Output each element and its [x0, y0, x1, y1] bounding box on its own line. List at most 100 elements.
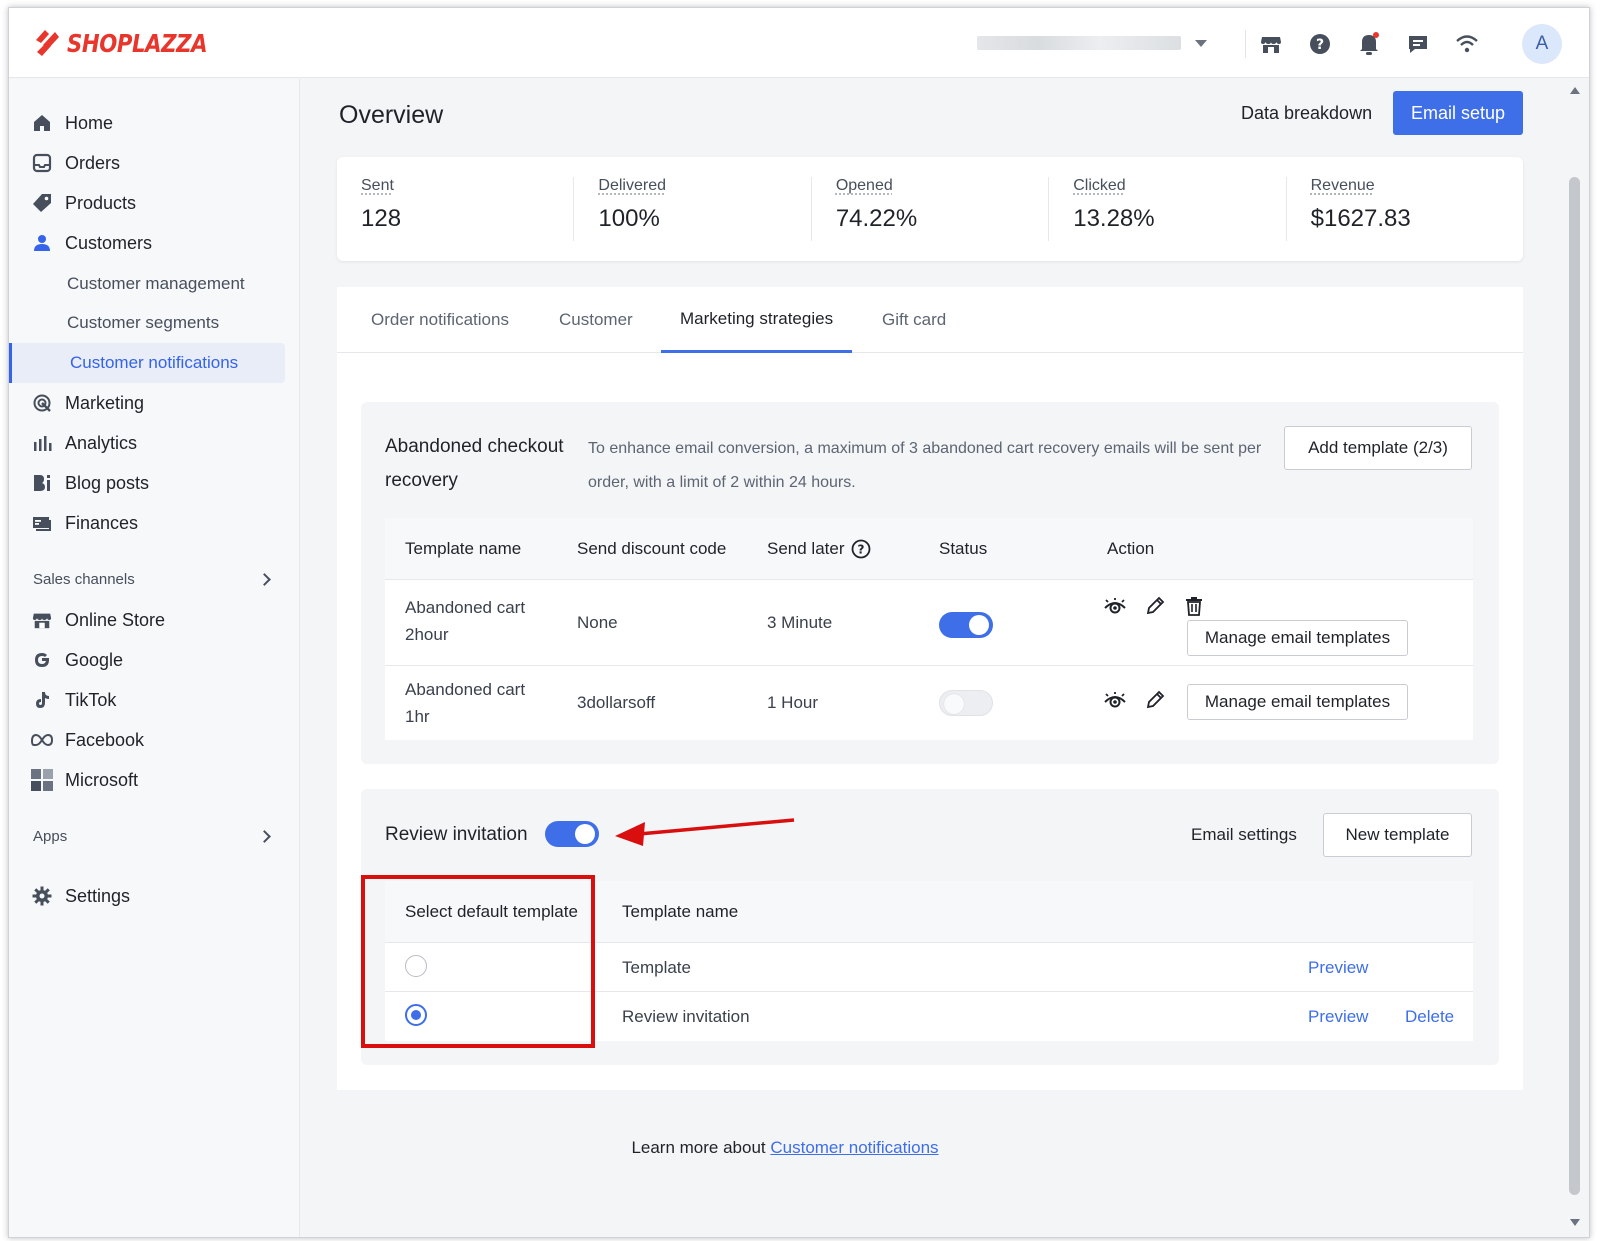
email-settings-link[interactable]: Email settings: [1191, 817, 1297, 853]
sales-channels-section[interactable]: Sales channels: [33, 571, 273, 588]
sidebar-item-products[interactable]: Products: [31, 187, 136, 219]
abandoned-checkout-card: Abandoned checkout recovery To enhance e…: [361, 402, 1499, 764]
blog-icon: [31, 472, 53, 494]
stat-value: 100%: [598, 205, 660, 232]
column-header: Select default template: [405, 902, 578, 921]
main-content: Overview Data breakdown Email setup Sent…: [301, 79, 1561, 1237]
tab-customer[interactable]: Customer: [559, 287, 633, 353]
stat-value: $1627.83: [1310, 205, 1411, 232]
sidebar-item-settings[interactable]: Settings: [31, 880, 130, 912]
google-icon: [31, 649, 53, 671]
divider: [1245, 30, 1246, 58]
delete-link[interactable]: Delete: [1405, 992, 1454, 1041]
marketing-icon: [31, 392, 53, 414]
scroll-up-icon[interactable]: [1570, 87, 1580, 94]
sidebar-item-label: Marketing: [65, 392, 145, 413]
tab-marketing-strategies[interactable]: Marketing strategies: [661, 287, 853, 353]
chat-icon[interactable]: [1406, 32, 1430, 56]
status-toggle[interactable]: [939, 690, 993, 716]
help-icon[interactable]: ?: [1308, 32, 1332, 56]
customer-notifications-link[interactable]: Customer notifications: [770, 1138, 938, 1157]
template-name-line: Abandoned cart: [405, 598, 526, 617]
store-selector[interactable]: [977, 34, 1207, 52]
manage-email-templates-button[interactable]: Manage email templates: [1187, 684, 1408, 720]
stats-card: Sent 128 Delivered 100% Opened 74.22% Cl…: [337, 157, 1523, 261]
review-invitation-toggle[interactable]: [545, 821, 599, 847]
review-invitation-card: Review invitation Email settings New tem…: [361, 789, 1499, 1065]
sidebar-item-home[interactable]: Home: [31, 107, 113, 139]
tab-gift-card[interactable]: Gift card: [882, 287, 946, 353]
pencil-icon[interactable]: [1143, 594, 1167, 618]
scroll-thumb[interactable]: [1569, 177, 1580, 1195]
sidebar-item-tiktok[interactable]: TikTok: [31, 684, 116, 716]
sidebar-subitem-customer-notifications[interactable]: Customer notifications: [9, 343, 285, 383]
sidebar-item-marketing[interactable]: Marketing: [31, 387, 144, 419]
sidebar-subitem-customer-management[interactable]: Customer management: [67, 268, 245, 300]
review-invitation-title: Review invitation: [385, 824, 528, 845]
stat-label[interactable]: Clicked: [1073, 177, 1285, 195]
manage-email-templates-button[interactable]: Manage email templates: [1187, 620, 1408, 656]
sidebar-item-label: Settings: [65, 885, 131, 906]
review-templates-table: Select default template Template name Te…: [385, 881, 1473, 1041]
scrollbar[interactable]: [1561, 79, 1589, 1237]
logo[interactable]: SHOPLAZZA: [33, 28, 232, 58]
stat-label[interactable]: Sent: [361, 177, 573, 195]
stat-label[interactable]: Opened: [836, 177, 1048, 195]
help-circle-icon[interactable]: ?: [851, 539, 871, 559]
apps-section[interactable]: Apps: [33, 828, 273, 845]
add-template-button[interactable]: Add template (2/3): [1284, 426, 1472, 470]
discount-cell: None: [577, 613, 618, 632]
data-breakdown-link[interactable]: Data breakdown: [1241, 103, 1372, 124]
scroll-down-icon[interactable]: [1570, 1219, 1580, 1226]
sidebar-item-facebook[interactable]: Facebook: [31, 724, 144, 756]
eye-icon[interactable]: [1103, 688, 1127, 712]
column-header: Template name: [622, 902, 739, 921]
brand-name: SHOPLAZZA: [67, 28, 208, 58]
trash-icon[interactable]: [1182, 594, 1206, 618]
status-toggle[interactable]: [939, 612, 993, 638]
sidebar-item-orders[interactable]: Orders: [31, 147, 120, 179]
sidebar-item-finances[interactable]: Finances: [31, 507, 138, 539]
store-icon: [31, 609, 53, 631]
new-template-button[interactable]: New template: [1323, 813, 1472, 857]
sidebar-item-analytics[interactable]: Analytics: [31, 427, 137, 459]
default-template-radio[interactable]: [405, 955, 427, 977]
template-name-line: 1hr: [405, 707, 430, 726]
pencil-icon[interactable]: [1143, 688, 1167, 712]
preview-link[interactable]: Preview: [1308, 943, 1368, 992]
eye-icon[interactable]: [1103, 594, 1127, 618]
preview-link[interactable]: Preview: [1308, 992, 1368, 1041]
column-header-send-later: Send later ?: [767, 518, 871, 580]
tab-bar: Order notifications Customer Marketing s…: [337, 287, 1523, 353]
stat-label[interactable]: Revenue: [1311, 177, 1523, 195]
avatar[interactable]: A: [1522, 24, 1562, 64]
email-setup-button[interactable]: Email setup: [1393, 91, 1523, 135]
bell-icon[interactable]: [1357, 32, 1381, 56]
meta-icon: [31, 729, 53, 751]
section-label: Apps: [33, 828, 68, 845]
tab-order-notifications[interactable]: Order notifications: [371, 287, 509, 353]
table-header: Template name Send discount code Send la…: [385, 518, 1473, 580]
page-title: Overview: [339, 101, 444, 129]
abandoned-templates-table: Template name Send discount code Send la…: [385, 518, 1473, 740]
user-icon: [31, 232, 53, 254]
sidebar-item-label: TikTok: [65, 689, 117, 710]
sidebar-item-online-store[interactable]: Online Store: [31, 604, 165, 636]
sidebar-item-label: Orders: [65, 152, 121, 173]
sidebar-subitem-customer-segments[interactable]: Customer segments: [67, 307, 219, 339]
sidebar-item-blog-posts[interactable]: Blog posts: [31, 467, 149, 499]
column-header: Template name: [405, 539, 522, 558]
sidebar-item-microsoft[interactable]: Microsoft: [31, 764, 138, 796]
store-icon[interactable]: [1259, 32, 1283, 56]
sidebar-item-customers[interactable]: Customers: [31, 227, 152, 259]
stat-label[interactable]: Delivered: [598, 177, 810, 195]
sidebar-item-label: Facebook: [65, 729, 145, 750]
app-window: SHOPLAZZA ? A Home Orders Products Custo…: [8, 7, 1590, 1238]
stat-revenue: Revenue $1627.83: [1287, 177, 1523, 241]
stat-value: 13.28%: [1073, 205, 1155, 232]
wifi-icon[interactable]: [1455, 32, 1479, 56]
default-template-radio[interactable]: [405, 1004, 427, 1026]
sidebar-item-label: Home: [65, 112, 114, 133]
sidebar-item-google[interactable]: Google: [31, 644, 123, 676]
column-header: Action: [1107, 539, 1155, 558]
